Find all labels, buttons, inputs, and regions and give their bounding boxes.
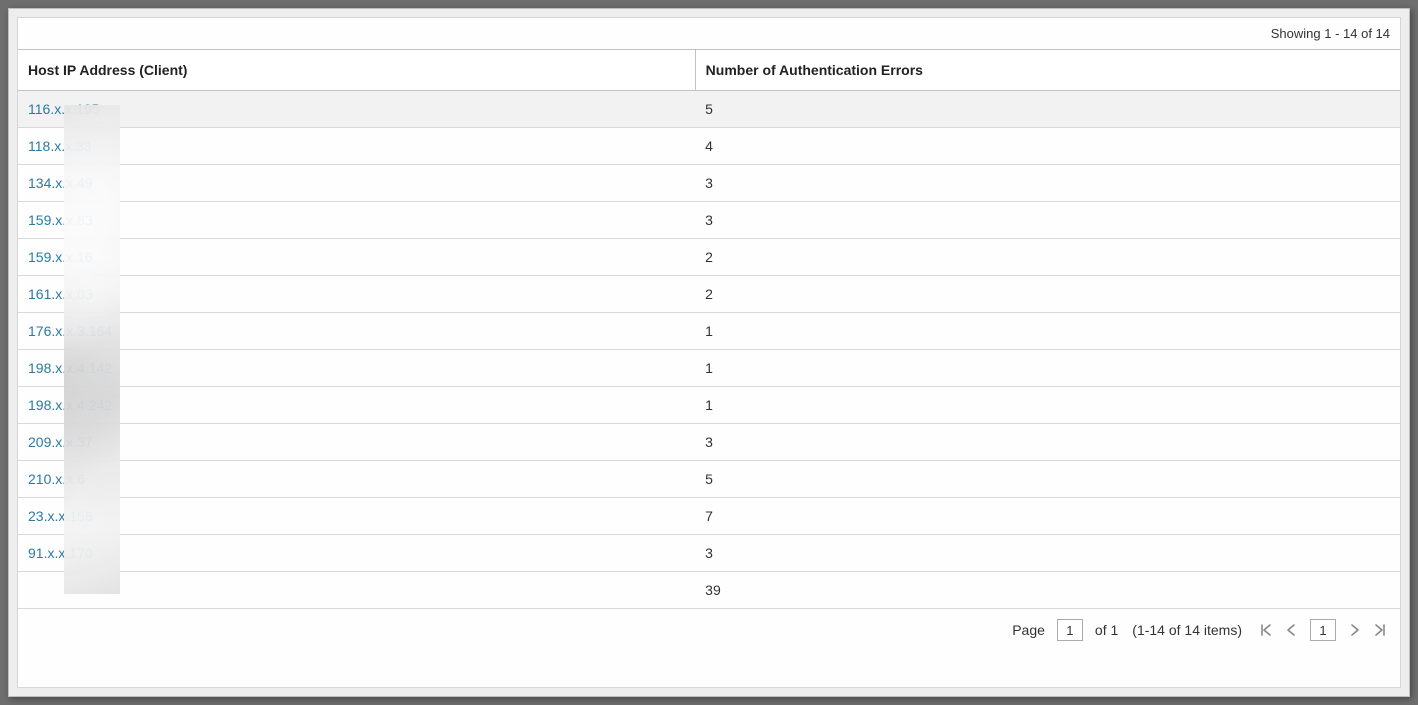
table-row: 23.x.x.156 7	[18, 498, 1400, 535]
ip-cell: 198.x.x.4.142	[18, 350, 695, 387]
next-page-icon[interactable]	[1350, 624, 1360, 636]
errors-cell: 5	[695, 91, 1400, 128]
ip-link[interactable]: 176.x.x.3.164	[28, 323, 112, 339]
table-row: 176.x.x.3.164 1	[18, 313, 1400, 350]
errors-cell: 7	[695, 498, 1400, 535]
errors-cell: 3	[695, 424, 1400, 461]
results-summary: Showing 1 - 14 of 14	[18, 18, 1400, 49]
table-row: 209.x.x.37 3	[18, 424, 1400, 461]
ip-cell: 209.x.x.37	[18, 424, 695, 461]
total-empty-cell	[18, 572, 695, 609]
ip-link[interactable]: 210.x.x.6	[28, 471, 85, 487]
ip-cell: 116.x.x.195	[18, 91, 695, 128]
ip-link[interactable]: 161.x.x.03	[28, 286, 93, 302]
page-of-label: of 1	[1095, 622, 1118, 638]
errors-cell: 3	[695, 202, 1400, 239]
table-row: 159.x.x.83 3	[18, 202, 1400, 239]
page-range-label: (1-14 of 14 items)	[1132, 622, 1242, 638]
ip-cell: 118.x.x.33	[18, 128, 695, 165]
errors-cell: 3	[695, 165, 1400, 202]
ip-cell: 23.x.x.156	[18, 498, 695, 535]
errors-cell: 1	[695, 387, 1400, 424]
ip-cell: 159.x.x.16	[18, 239, 695, 276]
pagination-controls: 1	[1260, 619, 1386, 641]
errors-cell: 5	[695, 461, 1400, 498]
table-row: 161.x.x.03 2	[18, 276, 1400, 313]
errors-cell: 3	[695, 535, 1400, 572]
prev-page-icon[interactable]	[1286, 624, 1296, 636]
errors-cell: 1	[695, 350, 1400, 387]
results-table: Host IP Address (Client) Number of Authe…	[18, 49, 1400, 609]
results-table-wrap: Host IP Address (Client) Number of Authe…	[18, 49, 1400, 609]
column-header-errors[interactable]: Number of Authentication Errors	[695, 50, 1400, 91]
ip-link[interactable]: 134.x.x.49	[28, 175, 93, 191]
errors-cell: 4	[695, 128, 1400, 165]
ip-link[interactable]: 159.x.x.83	[28, 212, 93, 228]
ip-link[interactable]: 198.x.x.4.242	[28, 397, 112, 413]
table-row: 116.x.x.195 5	[18, 91, 1400, 128]
table-row: 210.x.x.6 5	[18, 461, 1400, 498]
ip-cell: 161.x.x.03	[18, 276, 695, 313]
table-row: 134.x.x.49 3	[18, 165, 1400, 202]
first-page-icon[interactable]	[1260, 624, 1272, 636]
ip-cell: 159.x.x.83	[18, 202, 695, 239]
table-row: 159.x.x.16 2	[18, 239, 1400, 276]
ip-cell: 91.x.x.170	[18, 535, 695, 572]
page-jump-display[interactable]: 1	[1310, 619, 1336, 641]
errors-cell: 1	[695, 313, 1400, 350]
ip-link[interactable]: 91.x.x.170	[28, 545, 93, 561]
last-page-icon[interactable]	[1374, 624, 1386, 636]
table-row: 198.x.x.4.242 1	[18, 387, 1400, 424]
ip-link[interactable]: 209.x.x.37	[28, 434, 93, 450]
panel-frame: Showing 1 - 14 of 14 Host IP Address (Cl…	[8, 8, 1410, 697]
ip-link[interactable]: 198.x.x.4.142	[28, 360, 112, 376]
errors-cell: 2	[695, 239, 1400, 276]
ip-cell: 210.x.x.6	[18, 461, 695, 498]
ip-cell: 198.x.x.4.242	[18, 387, 695, 424]
ip-link[interactable]: 159.x.x.16	[28, 249, 93, 265]
ip-cell: 176.x.x.3.164	[18, 313, 695, 350]
pagination-bar: Page of 1 (1-14 of 14 items) 1	[18, 609, 1400, 651]
ip-link[interactable]: 116.x.x.195	[28, 101, 99, 117]
errors-cell: 2	[695, 276, 1400, 313]
ip-link[interactable]: 23.x.x.156	[28, 508, 93, 524]
page-label: Page	[1012, 622, 1045, 638]
table-row: 91.x.x.170 3	[18, 535, 1400, 572]
table-row: 198.x.x.4.142 1	[18, 350, 1400, 387]
column-header-ip[interactable]: Host IP Address (Client)	[18, 50, 695, 91]
results-panel: Showing 1 - 14 of 14 Host IP Address (Cl…	[17, 17, 1401, 688]
ip-link[interactable]: 118.x.x.33	[28, 138, 92, 154]
page-number-input[interactable]	[1057, 619, 1083, 641]
table-total-row: 39	[18, 572, 1400, 609]
total-errors-cell: 39	[695, 572, 1400, 609]
ip-cell: 134.x.x.49	[18, 165, 695, 202]
table-row: 118.x.x.33 4	[18, 128, 1400, 165]
